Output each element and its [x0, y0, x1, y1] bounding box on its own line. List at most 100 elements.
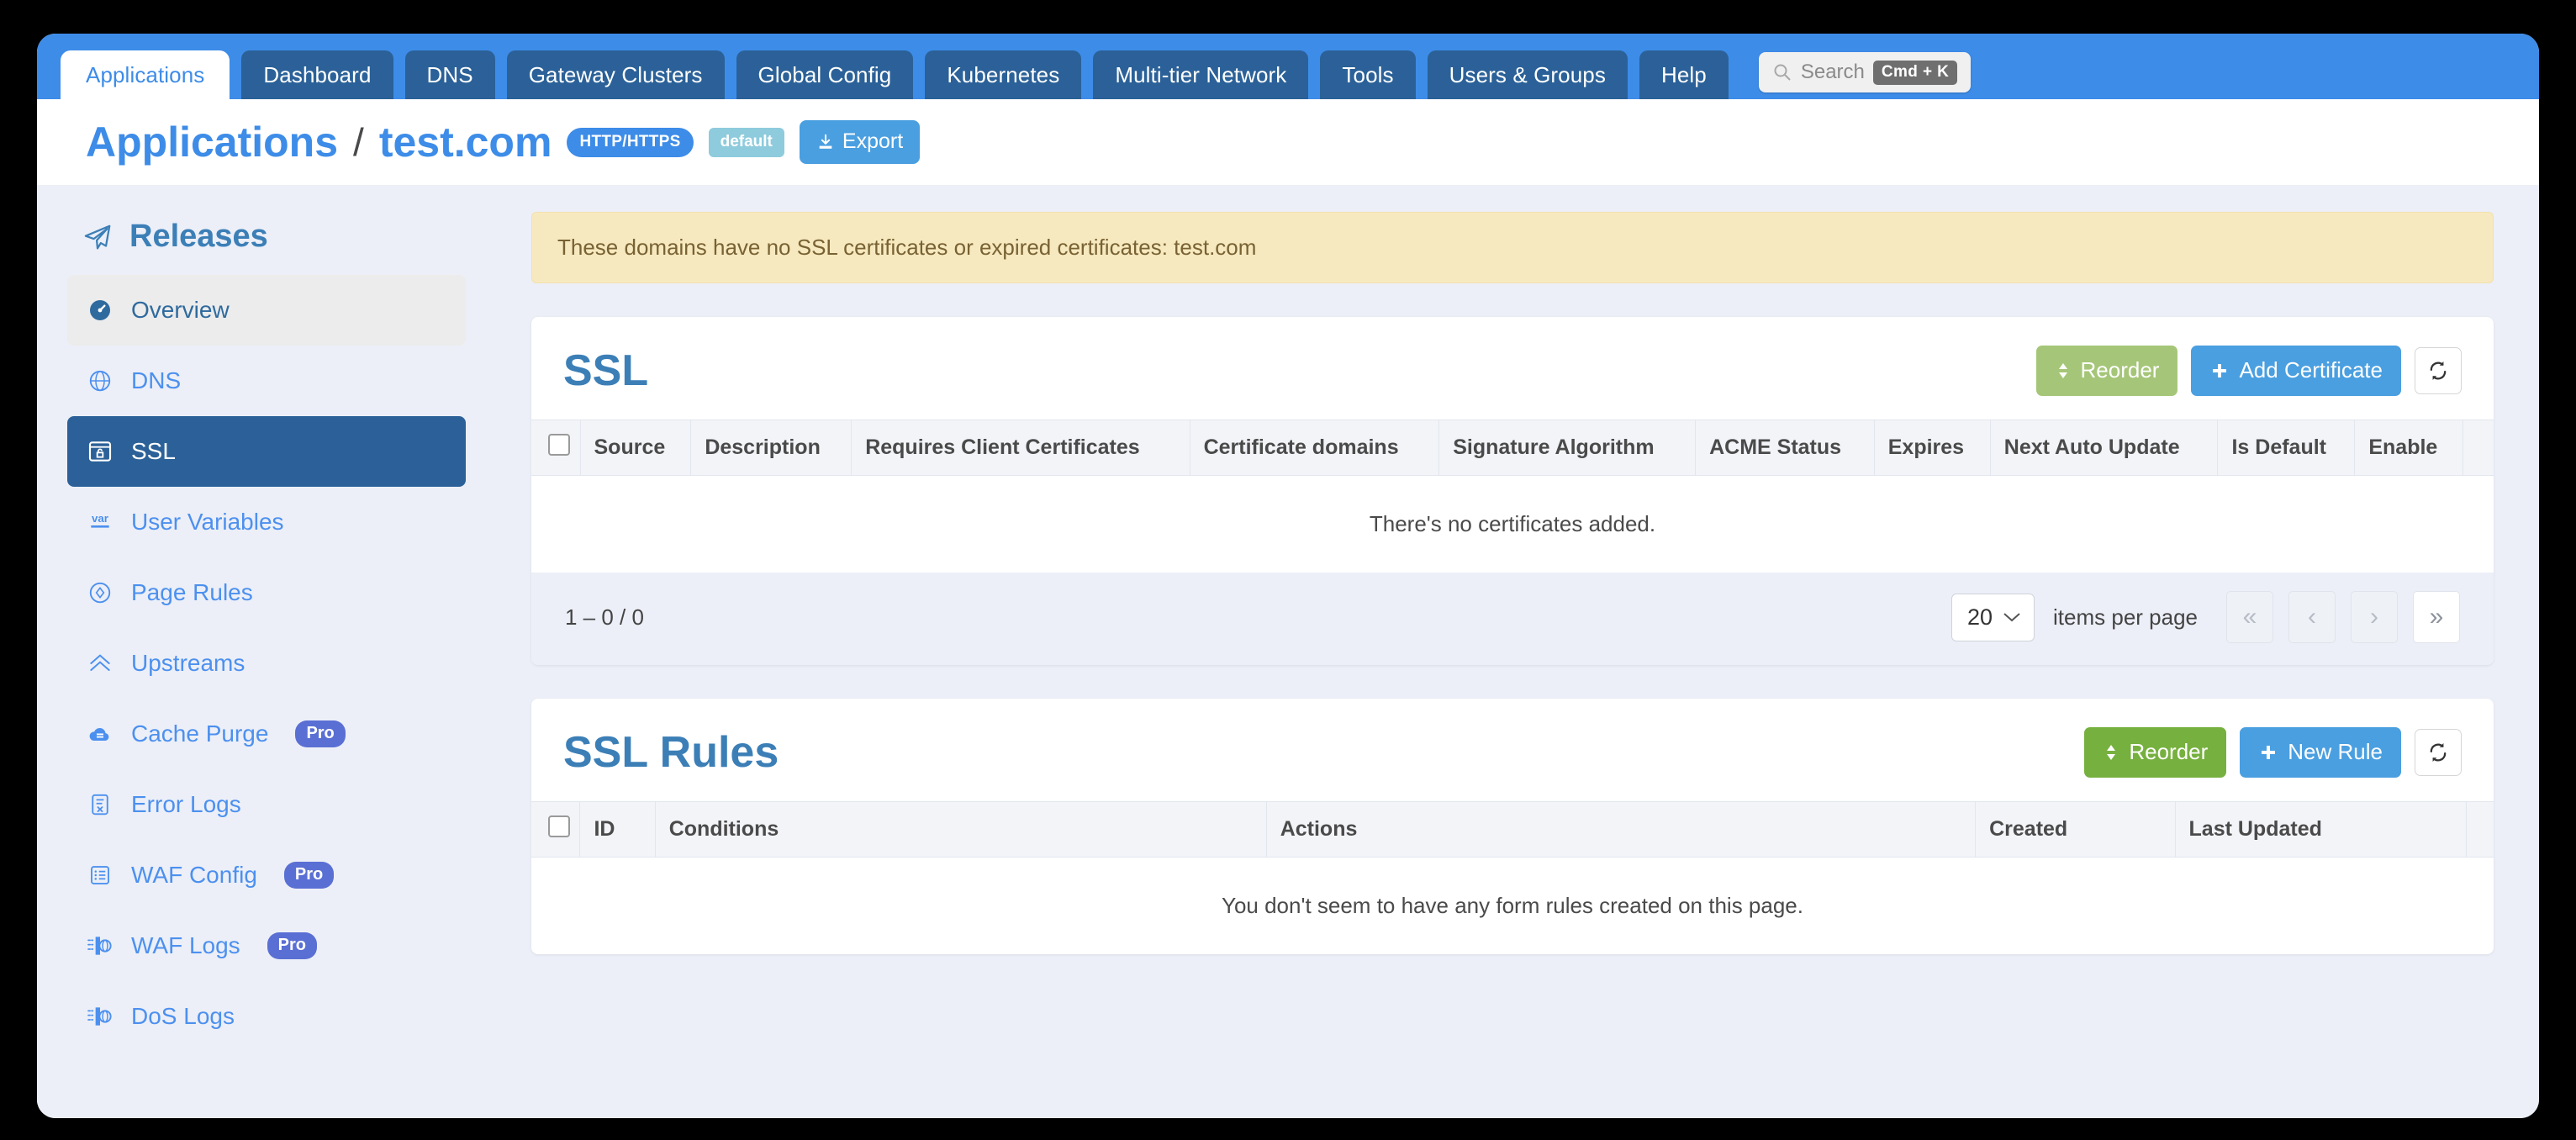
- ssl-first-page-button[interactable]: «: [2226, 591, 2273, 643]
- search-icon: [1774, 64, 1791, 81]
- protocol-badge: HTTP/HTTPS: [567, 127, 694, 157]
- ssl-col-source: Source: [580, 420, 692, 476]
- tab-label: Applications: [86, 61, 205, 87]
- ssl-rules-col-actions-spacer: [2466, 801, 2494, 858]
- ssl-rules-empty-row: You don't seem to have any form rules cr…: [531, 857, 2494, 954]
- tab-global-config[interactable]: Global Config: [736, 50, 914, 99]
- tab-tools[interactable]: Tools: [1320, 50, 1416, 99]
- ssl-refresh-button[interactable]: [2415, 347, 2462, 394]
- paper-plane-icon: [84, 224, 111, 249]
- tab-label: Users & Groups: [1449, 61, 1606, 87]
- sidebar-item-label: Overview: [131, 297, 230, 323]
- ssl-col-acme-status: ACME Status: [1695, 420, 1875, 476]
- search-shortcut-badge: Cmd + K: [1872, 60, 1958, 85]
- select-all-checkbox[interactable]: [548, 434, 570, 456]
- ssl-col-actions-spacer: [2463, 420, 2494, 476]
- var-icon: var: [86, 508, 114, 536]
- sidebar-heading-releases: Releases: [67, 215, 466, 263]
- ssl-rules-reorder-button[interactable]: Reorder: [2084, 727, 2227, 778]
- breadcrumb-applications[interactable]: Applications: [86, 118, 338, 166]
- ssl-col-next-auto-update: Next Auto Update: [1990, 420, 2219, 476]
- sidebar-item-user-variables[interactable]: var User Variables: [67, 487, 466, 557]
- breadcrumb-separator: /: [353, 120, 364, 164]
- gauge-icon: [86, 296, 114, 325]
- ssl-col-expires: Expires: [1874, 420, 1991, 476]
- ssl-select-all-header: [531, 420, 581, 476]
- sidebar-heading-label: Releases: [129, 219, 268, 254]
- add-certificate-button[interactable]: Add Certificate: [2191, 346, 2401, 396]
- ssl-col-description: Description: [690, 420, 853, 476]
- tab-multi-tier-network[interactable]: Multi-tier Network: [1093, 50, 1309, 99]
- tab-gateway-clusters[interactable]: Gateway Clusters: [506, 50, 725, 99]
- sidebar-item-cache-purge[interactable]: Cache Purge Pro: [67, 699, 466, 769]
- ssl-panel: SSL Reorder Add Certificate Source Descr…: [531, 317, 2494, 665]
- global-search-input[interactable]: Search Cmd + K: [1758, 52, 1972, 92]
- ssl-col-enable: Enable: [2354, 420, 2464, 476]
- sidebar-item-label: WAF Config: [131, 862, 257, 888]
- ssl-prev-page-button[interactable]: ‹: [2288, 591, 2336, 643]
- ssl-rules-col-actions: Actions: [1266, 801, 1977, 858]
- ssl-empty-message: There's no certificates added.: [531, 475, 2494, 573]
- pro-badge: Pro: [267, 932, 318, 959]
- tab-users-and-groups[interactable]: Users & Groups: [1427, 50, 1628, 99]
- ssl-reorder-label: Reorder: [2080, 357, 2160, 383]
- ssl-panel-header: SSL Reorder Add Certificate: [531, 317, 2494, 420]
- tab-applications[interactable]: Applications: [61, 50, 230, 99]
- ssl-rules-table-header-row: ID Conditions Actions Created Last Updat…: [531, 801, 2494, 858]
- tab-label: Global Config: [757, 61, 892, 87]
- tab-label: DNS: [426, 61, 473, 87]
- ssl-items-per-page-wrap: 20: [1951, 593, 2035, 641]
- sidebar-item-dns[interactable]: DNS: [67, 346, 466, 416]
- dns-globe-icon: [86, 367, 114, 395]
- tab-dashboard[interactable]: Dashboard: [241, 50, 393, 99]
- ssl-rules-col-created: Created: [1975, 801, 2176, 858]
- tab-label: Multi-tier Network: [1115, 61, 1287, 87]
- ssl-reorder-button[interactable]: Reorder: [2035, 346, 2178, 396]
- ssl-rules-refresh-button[interactable]: [2415, 729, 2462, 776]
- sidebar-item-label: Page Rules: [131, 579, 253, 605]
- ssl-table-body: There's no certificates added.: [531, 475, 2494, 573]
- sidebar-item-error-logs[interactable]: Error Logs: [67, 769, 466, 840]
- tab-kubernetes[interactable]: Kubernetes: [925, 50, 1082, 99]
- export-button[interactable]: Export: [799, 120, 921, 164]
- page-header: Applications / test.com HTTP/HTTPS defau…: [37, 99, 2539, 185]
- sidebar-item-page-rules[interactable]: Page Rules: [67, 557, 466, 628]
- ssl-rules-col-last-updated: Last Updated: [2175, 801, 2468, 858]
- upstreams-chevrons-icon: [86, 649, 114, 678]
- svg-text:var: var: [92, 512, 108, 525]
- ssl-rules-empty-message: You don't seem to have any form rules cr…: [531, 857, 2494, 954]
- ssl-last-page-button[interactable]: »: [2413, 591, 2460, 643]
- ssl-panel-actions: Reorder Add Certificate: [2035, 346, 2462, 396]
- tab-dns[interactable]: DNS: [404, 50, 495, 99]
- ssl-items-per-page-select[interactable]: 20: [1951, 593, 2035, 641]
- ssl-pagination: 1 – 0 / 0 20 items per page « ‹ › »: [531, 573, 2494, 665]
- sort-updown-icon: [2107, 744, 2116, 760]
- error-log-icon: [86, 790, 114, 819]
- tab-help[interactable]: Help: [1639, 50, 1729, 99]
- tab-label: Kubernetes: [947, 61, 1060, 87]
- select-all-checkbox[interactable]: [548, 815, 570, 837]
- ssl-next-page-button[interactable]: ›: [2351, 591, 2398, 643]
- sidebar-item-label: Upstreams: [131, 650, 245, 676]
- ssl-rules-select-all-header: [531, 801, 581, 858]
- app-window: Applications Dashboard DNS Gateway Clust…: [37, 34, 2539, 1118]
- ssl-rules-table: ID Conditions Actions Created Last Updat…: [531, 801, 2494, 954]
- sidebar-item-waf-config[interactable]: WAF Config Pro: [67, 840, 466, 910]
- sidebar: Releases Overview DNS SSL var User Varia…: [37, 185, 496, 1118]
- sidebar-item-overview[interactable]: Overview: [67, 275, 466, 346]
- tab-label: Dashboard: [263, 61, 372, 87]
- new-rule-button[interactable]: New Rule: [2240, 727, 2401, 778]
- plus-icon: [2262, 745, 2276, 759]
- new-rule-label: New Rule: [2288, 739, 2383, 764]
- page-body: Releases Overview DNS SSL var User Varia…: [37, 185, 2539, 1118]
- ssl-rules-reorder-label: Reorder: [2129, 739, 2209, 764]
- pro-badge: Pro: [295, 720, 346, 747]
- sidebar-item-label: User Variables: [131, 509, 284, 535]
- sidebar-item-ssl[interactable]: SSL: [67, 416, 466, 487]
- sidebar-item-waf-logs[interactable]: WAF Logs Pro: [67, 910, 466, 981]
- add-certificate-label: Add Certificate: [2239, 357, 2383, 383]
- pro-badge: Pro: [283, 862, 335, 889]
- sidebar-item-dos-logs[interactable]: DoS Logs: [67, 981, 466, 1052]
- sidebar-item-upstreams[interactable]: Upstreams: [67, 628, 466, 699]
- ssl-rules-panel: SSL Rules Reorder New Rule ID Conditions…: [531, 699, 2494, 954]
